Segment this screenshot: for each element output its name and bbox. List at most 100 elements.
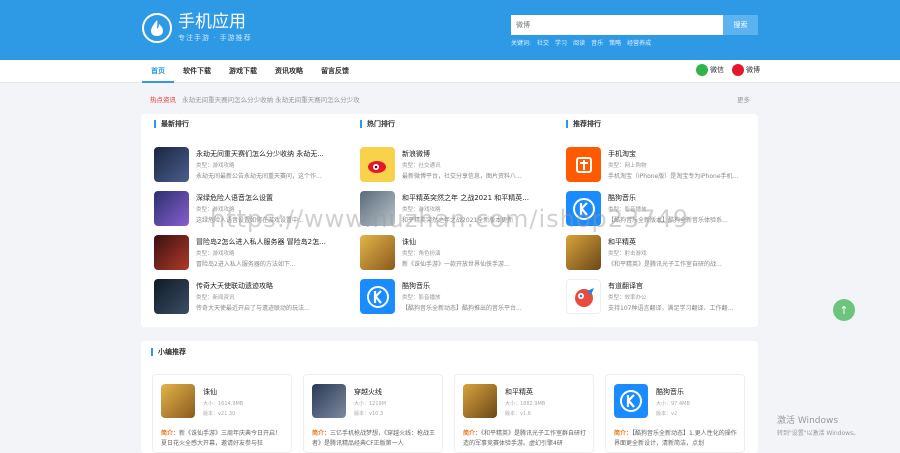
nav-item-games[interactable]: 游戏下载 <box>220 60 266 83</box>
intro-label: 简介： <box>463 430 482 437</box>
logo-title: 手机应用 <box>178 12 246 32</box>
item-title: 永劫无间重天赛们怎么分少收纳 永劫无... <box>196 150 324 158</box>
list-item[interactable]: 有道翻译官 类型：效率办公 支持107种语言翻译，满足学习翻译、工作翻... <box>566 279 762 317</box>
item-title: 有道翻译官 <box>608 282 643 290</box>
app-thumbnail <box>566 235 601 270</box>
search-input[interactable] <box>511 15 723 35</box>
item-desc: 支持107种语言翻译，满足学习翻译、工作翻... <box>608 305 734 312</box>
item-type: 类型：社交通讯 <box>402 163 441 169</box>
recommend-ranking-title: 推荐排行 <box>566 120 601 128</box>
item-title: 和平精英 <box>608 238 636 246</box>
search-button[interactable]: 搜索 <box>723 15 758 35</box>
app-size: 大小：1614.9MB <box>203 401 244 407</box>
search-bar: 搜索 <box>511 15 758 35</box>
intro-label: 简介： <box>614 430 633 437</box>
app-name: 诛仙 <box>203 388 217 396</box>
keyword-link[interactable]: 经营养成 <box>627 38 651 47</box>
item-desc: 手机淘宝（iPhone版）是淘宝专为iPhone手机... <box>608 173 739 180</box>
taobao-app-icon <box>566 147 601 182</box>
keyword-link[interactable]: 音乐 <box>591 38 603 47</box>
pubg-app-icon <box>463 384 497 418</box>
item-desc: 【酷狗音乐全新动态】酷狗推出的音乐平台... <box>402 305 522 312</box>
app-card[interactable]: 酷狗音乐 大小：97.4MB 版本：v2 简介：【酷狗音乐全新动态】1.更人性化… <box>605 374 745 453</box>
nav-item-feedback[interactable]: 留言反馈 <box>312 60 358 83</box>
item-desc: 传奇大天使最近开启了与遗迹联动的玩法... <box>196 305 310 312</box>
activate-subtitle: 转到"设置"以激活 Windows。 <box>777 430 860 437</box>
intro-text: 三亿手机枪战梦想，《穿越火线：枪战王者》是腾讯精品经典CF正版第一人 <box>312 430 436 447</box>
list-item[interactable]: 新浪微博 类型：社交通讯 最新微博平台，社交分享信息，图片资料八... <box>360 147 556 185</box>
url-watermark: https://www.huzhan.com/ishop23749 <box>210 205 690 233</box>
list-item[interactable]: 手机淘宝 类型：网上购物 手机淘宝（iPhone版）是淘宝专为iPhone手机.… <box>566 147 762 185</box>
app-name: 和平精英 <box>505 388 533 396</box>
item-title: 诛仙 <box>402 238 416 246</box>
app-card[interactable]: 诛仙 大小：1614.9MB 版本：v21.30 简介：新《诛仙手游》三周年庆典… <box>152 374 292 453</box>
item-desc: 冒险岛2进入私人服务器的方法如下... <box>196 261 296 268</box>
list-item[interactable]: 永劫无间重天赛们怎么分少收纳 永劫无... 类型：游戏攻略 永劫无间最新公告永劫… <box>154 147 350 185</box>
app-intro: 简介：《和平精英》是腾讯光子工作室群自研打造的军事竞赛体验手游。虚幻引擎4研 <box>463 429 587 450</box>
list-item[interactable]: 诛仙 类型：角色扮演 新《诛仙手游》一款开放世界仙侠手游... <box>360 235 556 273</box>
latest-ranking-title: 最新排行 <box>154 120 189 128</box>
item-title: 新浪微博 <box>402 150 430 158</box>
main-nav: 首页 软件下载 游戏下载 资讯攻略 留言反馈 微信 微博 <box>0 60 900 83</box>
item-type: 类型：效率办公 <box>608 295 647 301</box>
list-item[interactable]: 传奇大天使联动遗迹攻略 类型：新闻资讯 传奇大天使最近开启了与遗迹联动的玩法..… <box>154 279 350 317</box>
app-name: 穿越火线 <box>354 388 382 396</box>
app-intro: 简介：三亿手机枪战梦想，《穿越火线：枪战王者》是腾讯精品经典CF正版第一人 <box>312 429 436 450</box>
item-type: 类型：新闻资讯 <box>196 295 235 301</box>
app-size: 大小：1882.9MB <box>505 401 546 407</box>
app-version: 版本：v2 <box>656 411 678 417</box>
list-item[interactable]: 和平精英 类型：射击游戏 《和平精英》是腾讯光子工作室自研的战... <box>566 235 762 273</box>
nav-item-guides[interactable]: 资讯攻略 <box>266 60 312 83</box>
back-to-top-button[interactable]: ↑ <box>833 299 855 321</box>
keyword-link[interactable]: 阅读 <box>573 38 585 47</box>
keyword-link[interactable]: 策略 <box>609 38 621 47</box>
app-name: 酷狗音乐 <box>656 388 684 396</box>
intro-text: 《和平精英》是腾讯光子工作室群自研打造的军事竞赛体验手游。虚幻引擎4研 <box>463 430 587 447</box>
app-thumbnail <box>154 147 189 182</box>
nav-item-software[interactable]: 软件下载 <box>174 60 220 83</box>
app-version: 版本：v21.30 <box>203 411 236 417</box>
item-title: 深绿危险人语音怎么设置 <box>196 194 273 202</box>
app-size: 大小：97.4MB <box>656 401 690 407</box>
zhuxian-app-icon <box>161 384 195 418</box>
item-type: 类型：游戏攻略 <box>196 251 235 257</box>
app-card[interactable]: 和平精英 大小：1882.9MB 版本：v1.6 简介：《和平精英》是腾讯光子工… <box>454 374 594 453</box>
item-type: 类型：影音播放 <box>402 295 441 301</box>
share-weibo-label: 微博 <box>746 66 760 74</box>
share-wechat[interactable]: 微信 <box>696 64 724 76</box>
list-item[interactable]: 酷狗音乐 类型：影音播放 【酷狗音乐全新动态】酷狗推出的音乐平台... <box>360 279 556 317</box>
hot-news-tag: 热点资讯 <box>150 96 176 104</box>
item-desc: 新《诛仙手游》一款开放世界仙侠手游... <box>402 261 510 268</box>
site-header: 手机应用 专注手游 · 手游推荐 搜索 关键词: 社交 学习 阅读 音乐 策略 … <box>0 0 900 60</box>
share-wechat-label: 微信 <box>710 66 724 74</box>
item-type: 类型：角色扮演 <box>402 251 441 257</box>
zhuxian-app-icon <box>360 235 395 270</box>
item-title: 酷狗音乐 <box>402 282 430 290</box>
nav-item-home[interactable]: 首页 <box>142 60 174 83</box>
keyword-link[interactable]: 学习 <box>555 38 567 47</box>
keywords-label: 关键词: <box>511 40 532 47</box>
flame-logo-icon <box>142 12 172 43</box>
youdao-app-icon <box>566 279 601 314</box>
logo-subtitle: 专注手游 · 手游推荐 <box>178 34 252 42</box>
hot-ranking-title: 热门排行 <box>360 120 395 128</box>
hot-news-bar: 热点资讯 永劫无间重天赛问怎么分少收纳 永劫无间重天赛问怎么分少攻 更多 <box>150 94 750 104</box>
keyword-link[interactable]: 社交 <box>537 38 549 47</box>
weibo-icon <box>732 64 744 76</box>
editor-picks-title: 小编推荐 <box>151 348 186 356</box>
item-title: 冒险岛2怎么进入私人服务器 冒险岛2怎... <box>196 238 326 246</box>
item-desc: 最新微博平台，社交分享信息，图片资料八... <box>402 173 522 180</box>
site-logo[interactable]: 手机应用 专注手游 · 手游推荐 <box>142 12 252 43</box>
more-link[interactable]: 更多 <box>737 94 750 104</box>
kugou-app-icon <box>360 279 395 314</box>
intro-label: 简介： <box>312 430 331 437</box>
list-item[interactable]: 冒险岛2怎么进入私人服务器 冒险岛2怎... 类型：游戏攻略 冒险岛2进入私人服… <box>154 235 350 273</box>
weibo-app-icon <box>360 147 395 182</box>
app-card[interactable]: 穿越火线 大小：1219M 版本：v10.3 简介：三亿手机枪战梦想，《穿越火线… <box>303 374 443 453</box>
app-thumbnail <box>154 235 189 270</box>
item-title: 传奇大天使联动遗迹攻略 <box>196 282 273 290</box>
intro-text: 新《诛仙手游》三周年庆典今日开启！夏日花火全感大开幕，邀请好友参与狂 <box>161 430 282 447</box>
windows-activation-notice: 激活 Windows 转到"设置"以激活 Windows。 <box>777 413 859 437</box>
hot-news-link[interactable]: 永劫无间重天赛问怎么分少收纳 永劫无间重天赛问怎么分少攻 <box>182 96 360 104</box>
share-weibo[interactable]: 微博 <box>732 64 760 76</box>
